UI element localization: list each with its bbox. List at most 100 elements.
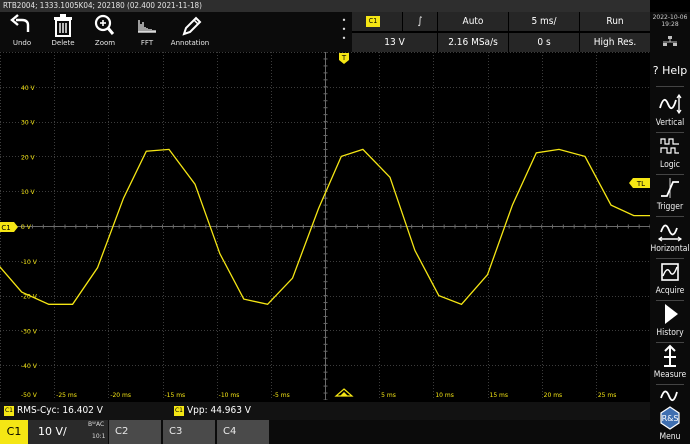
- help-label: Help: [662, 64, 688, 77]
- run-state-cell[interactable]: Run: [580, 12, 650, 31]
- date-text: 2022-10-06: [652, 14, 688, 21]
- y-tick-label: -10 V: [21, 259, 38, 266]
- y-tick-label: -20 V: [21, 294, 38, 301]
- time-scale-cell[interactable]: 5 ms/: [509, 12, 579, 31]
- logic-label: Logic: [660, 160, 680, 170]
- measure-label: Measure: [653, 370, 687, 380]
- undo-button[interactable]: Undo: [2, 12, 42, 52]
- run-state: Run: [606, 16, 624, 27]
- x-tick-label: 5 ms: [381, 392, 396, 399]
- x-tick-label: 10 ms: [435, 392, 454, 399]
- trigger-slope-cell[interactable]: ∫: [403, 12, 437, 31]
- trigger-level-marker-label: TL: [636, 180, 645, 188]
- trigger-level: 13 V: [384, 37, 405, 48]
- waveform-display[interactable]: 40 V 30 V 20 V 10 V 0 V -10 V -20 V -30 V -40 V -…: [0, 52, 650, 400]
- channel-bar: C1 10 V/ Bᵂ AC 10:1 C2 C3 C4: [0, 420, 650, 444]
- zoom-label: Zoom: [94, 39, 116, 47]
- device-title: RTB2004; 1333.1005K04; 202180 (02.400 20…: [3, 1, 202, 10]
- channel1-scale: 10 V/: [38, 425, 67, 438]
- side-divider: [656, 384, 684, 385]
- x-tick-label: -20 ms: [110, 392, 131, 399]
- annotation-label: Annotation: [170, 39, 210, 47]
- trigger-slope-icon: ∫: [417, 16, 423, 27]
- datetime-display: 2022-10-06 19:28: [650, 12, 690, 52]
- history-icon: [650, 300, 690, 328]
- trigger-button[interactable]: Trigger: [650, 174, 690, 216]
- trigger-mode-cell[interactable]: Auto: [438, 12, 508, 31]
- history-label: History: [656, 328, 684, 338]
- time-offset: 0 s: [537, 37, 551, 48]
- menu-label: Menu: [659, 432, 681, 442]
- fft-label: FFT: [140, 39, 154, 47]
- trigger-level-cell[interactable]: 13 V: [352, 33, 437, 52]
- grid: [0, 52, 650, 400]
- horizontal-position-marker[interactable]: [334, 388, 354, 397]
- channel1-offset-marker[interactable]: C1: [0, 222, 18, 232]
- fft-button[interactable]: FFT: [127, 12, 167, 52]
- wave-icon: [650, 386, 690, 406]
- annotation-icon: [168, 12, 212, 39]
- toolbar-more-button[interactable]: • • •: [336, 12, 352, 52]
- zoom-button[interactable]: Zoom: [85, 12, 125, 52]
- measurement-vpp[interactable]: Vpp: 44.963 V: [187, 404, 251, 418]
- sample-rate: 2.16 MSa/s: [448, 37, 498, 48]
- measurement-rms-tag: C1: [4, 406, 14, 416]
- channel2-label: C2: [115, 426, 129, 437]
- channel4-button[interactable]: C4: [217, 420, 269, 444]
- x-tick-label: -10 ms: [219, 392, 240, 399]
- more-dots-icon: • • •: [341, 16, 347, 43]
- vertical-label: Vertical: [655, 118, 685, 128]
- waveform-chart[interactable]: 40 V 30 V 20 V 10 V 0 V -10 V -20 V -30 V -40 V -…: [0, 52, 650, 400]
- zoom-icon: [85, 12, 125, 39]
- time-text: 19:28: [661, 21, 679, 28]
- acquire-label: Acquire: [655, 286, 685, 296]
- vertical-button[interactable]: Vertical: [650, 90, 690, 132]
- y-tick-label: -50 V: [21, 392, 38, 399]
- time-offset-cell[interactable]: 0 s: [509, 33, 579, 52]
- rs-logo-icon: R&S: [650, 404, 690, 432]
- time-scale: 5 ms/: [531, 16, 557, 27]
- channel-marker-label: C1: [1, 224, 10, 232]
- horizontal-icon: [650, 216, 690, 244]
- y-tick-label: 30 V: [21, 120, 36, 127]
- y-tick-label: 0 V: [21, 224, 32, 231]
- trigger-level-marker[interactable]: TL: [629, 178, 650, 188]
- status-panel: C1 ∫ Auto 5 ms/ Run 13 V 2.16 MSa/s 0 s …: [352, 12, 650, 52]
- network-icon: [663, 36, 677, 46]
- x-tick-label: 20 ms: [544, 392, 563, 399]
- toolbar: Undo Delete Zoom FFT Annotation: [0, 12, 336, 52]
- trigger-mode: Auto: [462, 16, 484, 27]
- svg-text:R&S: R&S: [662, 414, 679, 423]
- measurement-vpp-tag: C1: [174, 406, 184, 416]
- vertical-icon: [650, 90, 690, 118]
- channel3-button[interactable]: C3: [163, 420, 215, 444]
- acquire-button[interactable]: Acquire: [650, 258, 690, 300]
- logic-button[interactable]: Logic: [650, 132, 690, 174]
- x-tick-label: -25 ms: [56, 392, 77, 399]
- channel1-settings[interactable]: 10 V/ Bᵂ AC 10:1: [28, 420, 108, 444]
- measure-button[interactable]: Measure: [650, 342, 690, 384]
- channel1-button[interactable]: C1: [0, 420, 28, 444]
- side-divider: [656, 86, 684, 87]
- x-tick-label: -5 ms: [273, 392, 290, 399]
- history-button[interactable]: History: [650, 300, 690, 342]
- trigger-position-marker[interactable]: T: [339, 53, 349, 64]
- delete-button[interactable]: Delete: [43, 12, 83, 52]
- channel2-button[interactable]: C2: [109, 420, 161, 444]
- channel4-label: C4: [223, 426, 237, 437]
- channel1-label: C1: [6, 425, 22, 438]
- trigger-label: Trigger: [656, 202, 684, 212]
- y-tick-label: -30 V: [21, 328, 38, 335]
- sample-rate-cell[interactable]: 2.16 MSa/s: [438, 33, 508, 52]
- y-tick-label: -40 V: [21, 363, 38, 370]
- help-button[interactable]: ? Help: [650, 56, 690, 86]
- menu-button[interactable]: R&S Menu: [650, 404, 690, 444]
- y-tick-label: 20 V: [21, 154, 36, 161]
- annotation-button[interactable]: Annotation: [168, 12, 212, 52]
- trigger-source-cell[interactable]: C1: [352, 12, 402, 31]
- trigger-icon: [650, 174, 690, 202]
- horizontal-button[interactable]: Horizontal: [650, 216, 690, 258]
- acq-mode-cell[interactable]: High Res.: [580, 33, 650, 52]
- undo-icon: [2, 12, 42, 39]
- acq-mode: High Res.: [593, 37, 637, 48]
